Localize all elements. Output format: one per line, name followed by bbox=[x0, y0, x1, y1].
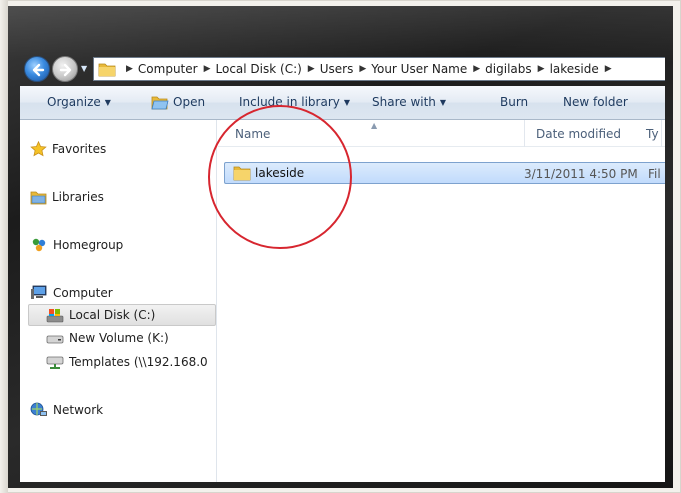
nav-label: Libraries bbox=[52, 190, 104, 204]
nav-label: Computer bbox=[53, 286, 113, 300]
address-bar[interactable]: ▶ Computer ▶ Local Disk (C:) ▶ Users ▶ Y… bbox=[93, 57, 665, 81]
breadcrumb-digilabs[interactable]: digilabs bbox=[485, 62, 531, 76]
chevron-down-icon: ▼ bbox=[104, 98, 111, 107]
breadcrumb-local-disk[interactable]: Local Disk (C:) bbox=[216, 62, 302, 76]
nav-label: Network bbox=[53, 403, 104, 417]
computer-icon bbox=[31, 285, 47, 299]
nav-label: Templates (\\192.168.0 bbox=[69, 355, 208, 369]
breadcrumb-separator-icon[interactable]: ▶ bbox=[473, 64, 480, 74]
chevron-down-icon: ▼ bbox=[439, 98, 447, 107]
breadcrumb-computer[interactable]: Computer bbox=[138, 62, 198, 76]
annotation-circle bbox=[208, 105, 352, 249]
burn-button[interactable]: Burn bbox=[500, 95, 528, 109]
star-icon bbox=[30, 141, 47, 157]
open-folder-icon bbox=[151, 96, 169, 110]
libraries-icon bbox=[30, 191, 47, 204]
nav-item-libraries[interactable]: Libraries bbox=[30, 186, 216, 208]
nav-item-local-disk[interactable]: Local Disk (C:) bbox=[28, 304, 216, 326]
network-drive-icon bbox=[46, 356, 64, 369]
share-with-button[interactable]: Share with ▼ bbox=[372, 95, 446, 109]
folder-icon bbox=[98, 63, 116, 77]
back-button[interactable] bbox=[24, 56, 50, 82]
new-folder-button[interactable]: New folder bbox=[563, 95, 628, 109]
local-disk-icon bbox=[46, 309, 64, 323]
column-header-date-modified[interactable]: Date modified bbox=[536, 127, 621, 141]
network-icon bbox=[30, 402, 47, 416]
file-date-modified: 3/11/2011 4:50 PM bbox=[524, 167, 638, 181]
organize-button[interactable]: Organize ▼ bbox=[47, 95, 111, 109]
open-button[interactable]: Open bbox=[173, 95, 205, 109]
column-header-type[interactable]: Ty bbox=[646, 127, 659, 141]
breadcrumb-your-user-name[interactable]: Your User Name bbox=[371, 62, 467, 76]
nav-label: Homegroup bbox=[53, 238, 124, 252]
breadcrumb-separator-icon[interactable]: ▶ bbox=[605, 64, 612, 74]
breadcrumb-separator-icon: ▶ bbox=[126, 64, 133, 74]
frame-edge bbox=[0, 0, 8, 493]
nav-label: Local Disk (C:) bbox=[69, 308, 156, 322]
forward-arrow-icon bbox=[59, 63, 72, 77]
breadcrumb-separator-icon[interactable]: ▶ bbox=[538, 64, 545, 74]
chevron-down-icon: ▼ bbox=[343, 98, 351, 107]
breadcrumb-separator-icon[interactable]: ▶ bbox=[308, 64, 315, 74]
nav-item-computer[interactable]: Computer bbox=[30, 282, 216, 304]
drive-icon bbox=[46, 335, 64, 344]
column-divider[interactable] bbox=[661, 120, 662, 147]
breadcrumb-users[interactable]: Users bbox=[320, 62, 354, 76]
column-divider[interactable] bbox=[524, 120, 525, 147]
navigation-row: ▼ ▶ Computer ▶ Local Disk (C:) ▶ Users ▶… bbox=[20, 54, 665, 84]
nav-label: New Volume (K:) bbox=[69, 331, 169, 345]
file-type: Fil bbox=[648, 167, 661, 181]
nav-item-templates[interactable]: Templates (\\192.168.0 bbox=[46, 351, 216, 373]
breadcrumb-lakeside[interactable]: lakeside bbox=[550, 62, 599, 76]
recent-pages-chevron-icon[interactable]: ▼ bbox=[81, 64, 91, 74]
share-with-label: Share with bbox=[372, 95, 436, 109]
navigation-pane: Favorites Libraries Homegroup Computer L… bbox=[20, 120, 217, 482]
forward-button[interactable] bbox=[52, 56, 78, 82]
nav-item-homegroup[interactable]: Homegroup bbox=[30, 234, 216, 256]
nav-label: Favorites bbox=[52, 142, 107, 156]
nav-item-network[interactable]: Network bbox=[30, 399, 216, 421]
nav-item-new-volume[interactable]: New Volume (K:) bbox=[46, 327, 216, 349]
command-bar: Organize ▼ Open Include in library ▼ Share… bbox=[20, 86, 665, 120]
breadcrumb-separator-icon[interactable]: ▶ bbox=[359, 64, 366, 74]
back-arrow-icon bbox=[32, 63, 45, 77]
organize-label: Organize bbox=[47, 95, 101, 109]
breadcrumb-separator-icon[interactable]: ▶ bbox=[204, 64, 211, 74]
nav-item-favorites[interactable]: Favorites bbox=[30, 138, 216, 160]
homegroup-icon bbox=[32, 238, 46, 252]
sort-ascending-icon: ▲ bbox=[371, 121, 378, 130]
